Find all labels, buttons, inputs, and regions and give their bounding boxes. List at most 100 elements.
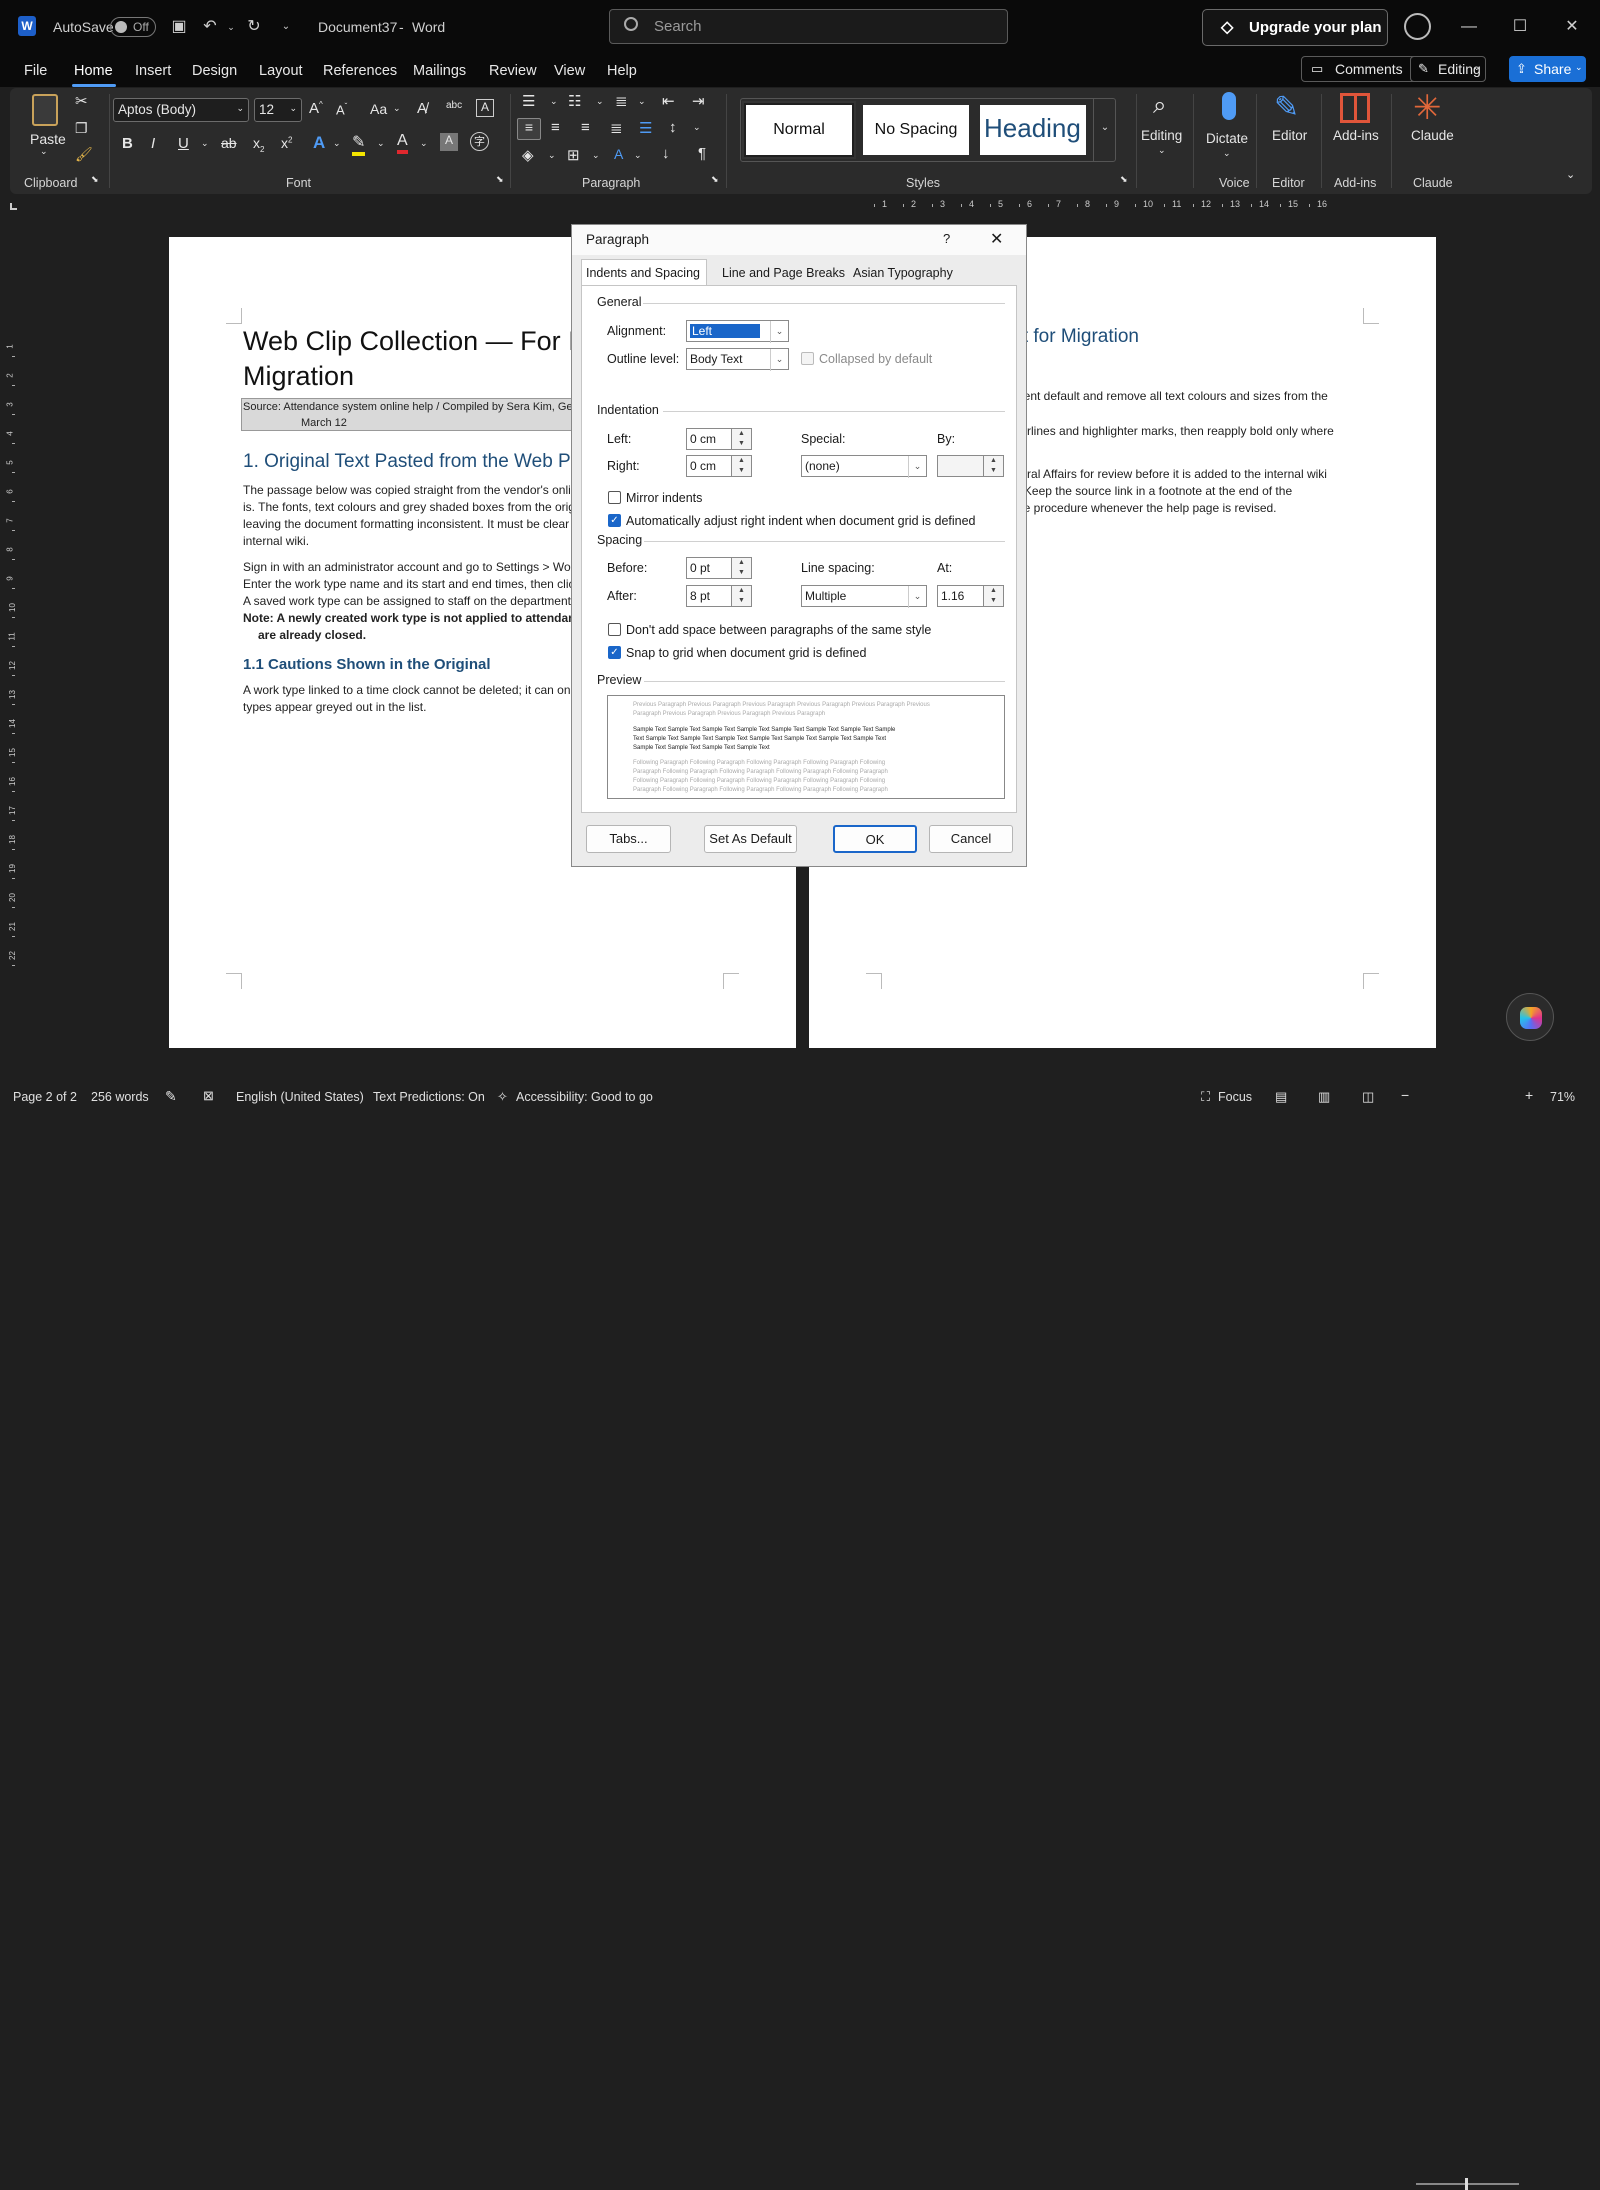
dictate-button[interactable]: Dictate bbox=[1206, 131, 1248, 146]
before-spinner[interactable]: ▲ ▼ bbox=[732, 557, 752, 579]
ruler-corner-icon[interactable] bbox=[10, 203, 17, 210]
read-mode-icon[interactable]: ▤ bbox=[1275, 1089, 1287, 1105]
line-spacing-select[interactable]: Multiple ⌄ bbox=[801, 585, 927, 608]
para-3-line-1[interactable]: A work type linked to a time clock canno… bbox=[243, 682, 573, 699]
editing-mode-dropdown[interactable]: ✎ Editing ⌄ bbox=[1410, 56, 1486, 82]
copy-icon[interactable]: ❐ bbox=[75, 120, 88, 137]
sort-icon[interactable]: ↓ bbox=[662, 145, 670, 162]
web-layout-icon[interactable]: ◫ bbox=[1362, 1089, 1374, 1105]
customize-qat-icon[interactable]: ⌄ bbox=[275, 16, 297, 38]
editing-dropdown-icon[interactable]: ⌄ bbox=[1158, 145, 1166, 156]
vertical-ruler[interactable]: 1 2 3 4 5 6 7 8 9 10 11 12 13 14 15 16 17 18 19 20 21 22 bbox=[0, 214, 26, 1064]
page2-line-5[interactable]: ame procedure whenever the help page is … bbox=[1007, 500, 1277, 517]
paste-icon[interactable] bbox=[32, 94, 58, 126]
mirror-indents-checkbox[interactable] bbox=[608, 491, 621, 504]
paragraph-launcher-icon[interactable]: ⬊ bbox=[711, 174, 719, 185]
zoom-in-icon[interactable]: + bbox=[1525, 1087, 1533, 1103]
para-1-line-3[interactable]: leaving the document formatting inconsis… bbox=[243, 516, 569, 533]
text-effects-icon[interactable]: A bbox=[313, 133, 325, 153]
underline-dropdown-icon[interactable]: ⌄ bbox=[201, 138, 209, 149]
find-icon[interactable]: ⌕ bbox=[1153, 92, 1166, 120]
by-input[interactable] bbox=[937, 455, 984, 477]
font-color-dropdown-icon[interactable]: ⌄ bbox=[420, 138, 428, 149]
clipboard-launcher-icon[interactable]: ⬊ bbox=[91, 174, 99, 185]
share-button[interactable]: ⇪ Share ⌄ bbox=[1509, 56, 1586, 82]
tab-help[interactable]: Help bbox=[607, 63, 637, 79]
dialog-help-button[interactable]: ? bbox=[943, 231, 950, 246]
editing-group-button[interactable]: Editing bbox=[1141, 128, 1182, 143]
alignment-select[interactable]: Left ⌄ bbox=[686, 320, 789, 343]
dont-add-space-checkbox[interactable] bbox=[608, 623, 621, 636]
right-indent-spinner[interactable]: ▲ ▼ bbox=[732, 455, 752, 477]
tab-asian-typography[interactable]: Asian Typography bbox=[853, 266, 953, 280]
doc-heading-1[interactable]: 1. Original Text Pasted from the Web Pag bbox=[243, 451, 592, 473]
show-marks-icon[interactable]: ¶ bbox=[698, 145, 706, 162]
bold-button[interactable]: B bbox=[122, 135, 133, 152]
dictate-dropdown-icon[interactable]: ⌄ bbox=[1223, 148, 1231, 159]
claude-button[interactable]: Claude bbox=[1411, 128, 1454, 143]
tab-home[interactable]: Home bbox=[74, 63, 113, 79]
editor-button[interactable]: Editor bbox=[1272, 128, 1307, 143]
by-spinner[interactable]: ▲ ▼ bbox=[984, 455, 1004, 477]
copilot-button[interactable] bbox=[1506, 993, 1554, 1041]
tab-indents-spacing[interactable]: Indents and Spacing bbox=[581, 259, 707, 286]
format-painter-icon[interactable]: 🖌 bbox=[75, 146, 93, 163]
tab-view[interactable]: View bbox=[554, 63, 585, 79]
ok-button[interactable]: OK bbox=[833, 825, 917, 853]
microphone-icon[interactable] bbox=[1222, 92, 1236, 120]
print-layout-icon[interactable]: ▥ bbox=[1318, 1089, 1330, 1105]
note-line-1[interactable]: Note: A newly created work type is not a… bbox=[243, 610, 582, 627]
note-line-2[interactable]: are already closed. bbox=[258, 627, 366, 644]
para-1-line-1[interactable]: The passage below was copied straight fr… bbox=[243, 482, 577, 499]
track-changes-icon[interactable]: ⊠ bbox=[203, 1088, 214, 1104]
page2-line-3[interactable]: eneral Affairs for review before it is a… bbox=[1007, 466, 1327, 483]
claude-asterisk-icon[interactable]: ✳ bbox=[1413, 88, 1442, 128]
align-left-icon[interactable]: ≡ bbox=[517, 118, 541, 140]
shrink-font-icon[interactable]: Aˇ bbox=[336, 102, 347, 117]
after-input[interactable]: 8 pt bbox=[686, 585, 732, 607]
paste-label[interactable]: Paste bbox=[30, 131, 66, 147]
multilevel-dropdown-icon[interactable]: ⌄ bbox=[638, 96, 646, 107]
style-no-spacing[interactable]: No Spacing bbox=[861, 103, 971, 157]
asian-layout-dropdown-icon[interactable]: ⌄ bbox=[634, 150, 642, 161]
tab-layout[interactable]: Layout bbox=[259, 63, 303, 79]
dialog-close-icon[interactable]: ✕ bbox=[990, 229, 1003, 249]
asian-layout-icon[interactable]: A bbox=[614, 146, 623, 162]
horizontal-ruler[interactable]: 1 2 3 4 5 6 7 8 9 10 11 12 13 14 15 16 bbox=[805, 198, 1435, 214]
decrease-indent-icon[interactable]: ⇤ bbox=[662, 92, 675, 110]
enclose-characters-icon[interactable]: 字 bbox=[470, 132, 489, 151]
upgrade-plan-button[interactable]: ◇ Upgrade your plan bbox=[1202, 9, 1388, 46]
change-case-button[interactable]: Aa bbox=[370, 101, 387, 117]
undo-icon[interactable]: ↶ bbox=[199, 16, 221, 38]
character-shading-icon[interactable]: A bbox=[440, 133, 458, 151]
page2-line-1[interactable]: ument default and remove all text colour… bbox=[1007, 388, 1328, 405]
align-center-icon[interactable]: ≡ bbox=[551, 119, 560, 136]
justify-icon[interactable]: ≣ bbox=[610, 119, 623, 137]
tabs-button[interactable]: Tabs... bbox=[586, 825, 671, 853]
shading-dropdown-icon[interactable]: ⌄ bbox=[548, 150, 556, 161]
font-color-icon[interactable]: A bbox=[397, 132, 408, 154]
collapsed-checkbox[interactable] bbox=[801, 352, 814, 365]
styles-launcher-icon[interactable]: ⬊ bbox=[1120, 174, 1128, 185]
underline-button[interactable]: U bbox=[178, 135, 189, 152]
special-select[interactable]: (none) ⌄ bbox=[801, 455, 927, 478]
collapse-ribbon-icon[interactable]: ⌄ bbox=[1566, 168, 1575, 181]
right-indent-input[interactable]: 0 cm bbox=[686, 455, 732, 477]
focus-button[interactable]: Focus bbox=[1218, 1090, 1252, 1104]
proofing-icon[interactable]: ✎ bbox=[165, 1088, 177, 1105]
doc-title-line2[interactable]: Migration bbox=[243, 361, 354, 392]
font-name-select[interactable]: Aptos (Body) ⌄ bbox=[113, 98, 249, 122]
align-right-icon[interactable]: ≡ bbox=[581, 119, 590, 136]
search-box[interactable]: Search bbox=[609, 9, 1008, 44]
auto-adjust-checkbox[interactable]: ✓ bbox=[608, 514, 621, 527]
styles-more-button[interactable]: ⌄ bbox=[1093, 98, 1116, 162]
line-spacing-dropdown-icon[interactable]: ⌄ bbox=[693, 122, 701, 133]
cancel-button[interactable]: Cancel bbox=[929, 825, 1013, 853]
font-launcher-icon[interactable]: ⬊ bbox=[496, 174, 504, 185]
character-border-icon[interactable]: A bbox=[476, 99, 494, 117]
strikethrough-button[interactable]: ab bbox=[221, 135, 237, 151]
tab-references[interactable]: References bbox=[323, 63, 397, 79]
set-as-default-button[interactable]: Set As Default bbox=[704, 825, 797, 853]
increase-indent-icon[interactable]: ⇥ bbox=[692, 92, 705, 110]
zoom-out-icon[interactable]: − bbox=[1401, 1087, 1409, 1103]
